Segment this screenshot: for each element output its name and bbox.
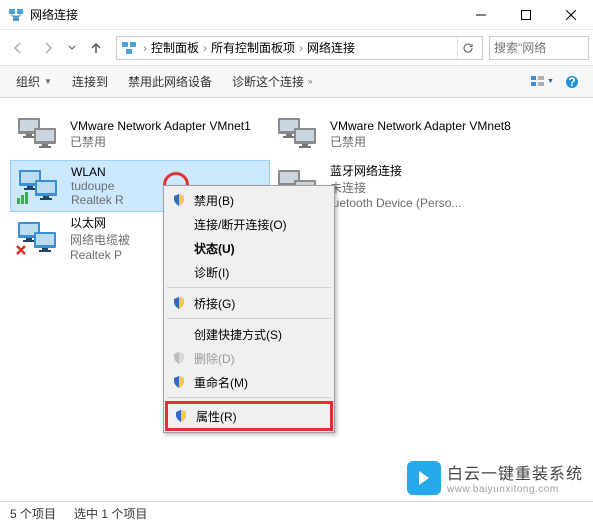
item-device: luetooth Device (Perso... [330, 196, 461, 210]
menu-connect-disconnect[interactable]: 连接/断开连接(O) [166, 212, 332, 236]
item-status: 已禁用 [70, 133, 251, 150]
refresh-button[interactable] [457, 37, 478, 59]
minimize-button[interactable] [458, 0, 503, 29]
search-box[interactable] [489, 36, 589, 60]
back-button[interactable] [4, 34, 32, 62]
breadcrumb-sep: › [203, 41, 207, 55]
titlebar: 网络连接 [0, 0, 593, 30]
ethernet-icon [14, 218, 62, 258]
view-dropdown[interactable]: ▼ [529, 70, 555, 94]
item-status: 未连接 [330, 179, 461, 196]
network-adapter-icon [274, 114, 322, 154]
item-device: Realtek R [71, 193, 124, 207]
window-title: 网络连接 [30, 6, 458, 23]
item-status: tudoupe [71, 179, 124, 193]
watermark: 白云一键重装系统 www.baiyunxitong.com [407, 460, 583, 495]
context-menu: 禁用(B) 连接/断开连接(O) 状态(U) 诊断(I) 桥接(G) 创建快捷方… [163, 185, 335, 433]
menu-separator [167, 318, 331, 319]
item-name: VMware Network Adapter VMnet8 [330, 119, 511, 133]
menu-bridge[interactable]: 桥接(G) [166, 291, 332, 315]
location-icon [121, 40, 137, 56]
breadcrumb-seg[interactable]: 所有控制面板项 [211, 39, 295, 56]
maximize-button[interactable] [503, 0, 548, 29]
up-button[interactable] [82, 34, 110, 62]
watermark-url: www.baiyunxitong.com [447, 484, 583, 495]
menu-shortcut[interactable]: 创建快捷方式(S) [166, 322, 332, 346]
shield-icon [172, 296, 186, 310]
item-status: 网络电缆被 [70, 231, 130, 248]
menu-diagnose[interactable]: 诊断(I) [166, 260, 332, 284]
annotation-box: 属性(R) [165, 401, 333, 431]
menu-separator [167, 397, 331, 398]
history-dropdown[interactable] [64, 44, 80, 52]
item-name: WLAN [71, 165, 124, 179]
organize-button[interactable]: 组织▼ [8, 70, 60, 93]
status-selected: 选中 1 个项目 [74, 505, 147, 522]
menu-status[interactable]: 状态(U) [166, 236, 332, 260]
menu-rename[interactable]: 重命名(M) [166, 370, 332, 394]
watermark-logo [407, 461, 441, 495]
breadcrumb-sep: › [143, 41, 147, 55]
network-adapter-icon [14, 114, 62, 154]
item-name: 蓝牙网络连接 [330, 162, 461, 179]
item-name: VMware Network Adapter VMnet1 [70, 119, 251, 133]
connect-to-button[interactable]: 连接到 [64, 70, 116, 93]
list-item[interactable]: VMware Network Adapter VMnet1 已禁用 [10, 108, 270, 160]
shield-icon [172, 351, 186, 365]
svg-text:?: ? [568, 75, 575, 89]
shield-icon [172, 193, 186, 207]
item-device: Realtek P [70, 248, 130, 262]
menu-disable[interactable]: 禁用(B) [166, 188, 332, 212]
wlan-icon [15, 166, 63, 206]
search-input[interactable] [494, 41, 584, 55]
toolbar: 组织▼ 连接到 禁用此网络设备 诊断这个连接» ▼ ? [0, 66, 593, 98]
menu-properties[interactable]: 属性(R) [168, 404, 330, 428]
shield-icon [172, 375, 186, 389]
status-bar: 5 个项目 选中 1 个项目 [0, 501, 593, 525]
status-count: 5 个项目 [10, 505, 56, 522]
list-item[interactable]: VMware Network Adapter VMnet8 已禁用 [270, 108, 530, 160]
watermark-text: 白云一键重装系统 [447, 460, 583, 484]
breadcrumb-sep: › [299, 41, 303, 55]
menu-delete[interactable]: 删除(D) [166, 346, 332, 370]
address-bar[interactable]: › 控制面板 › 所有控制面板项 › 网络连接 [116, 36, 483, 60]
forward-button[interactable] [34, 34, 62, 62]
app-icon [8, 7, 24, 23]
item-name: 以太网 [70, 214, 130, 231]
navbar: › 控制面板 › 所有控制面板项 › 网络连接 [0, 30, 593, 66]
menu-separator [167, 287, 331, 288]
breadcrumb-seg[interactable]: 网络连接 [307, 39, 355, 56]
close-button[interactable] [548, 0, 593, 29]
disable-device-button[interactable]: 禁用此网络设备 [120, 70, 220, 93]
item-status: 已禁用 [330, 133, 511, 150]
breadcrumb-seg[interactable]: 控制面板 [151, 39, 199, 56]
shield-icon [174, 409, 188, 423]
help-button[interactable]: ? [559, 70, 585, 94]
diagnose-button[interactable]: 诊断这个连接» [224, 70, 320, 93]
